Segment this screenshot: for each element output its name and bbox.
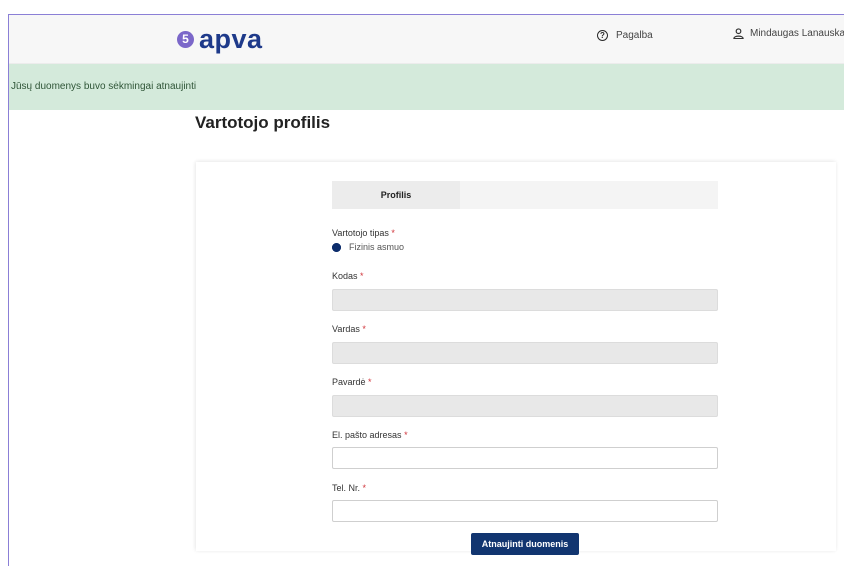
last-name-label-text: Pavardė: [332, 377, 366, 387]
tab-bar: Profilis: [332, 181, 718, 209]
user-outline-icon: [733, 28, 744, 39]
tab-profile[interactable]: Profilis: [332, 181, 460, 209]
help-link[interactable]: ? Pagalba: [597, 30, 653, 41]
phone-field[interactable]: [332, 500, 718, 522]
required-marker: *: [362, 324, 366, 334]
phone-label-text: Tel. Nr.: [332, 483, 361, 493]
success-alert: Jūsų duomenys buvo sėkmingai atnaujinti: [9, 64, 844, 110]
last-name-label: Pavardė *: [332, 377, 372, 387]
code-label-text: Kodas: [332, 271, 358, 281]
page-title: Vartotojo profilis: [195, 113, 331, 132]
first-name-field[interactable]: [332, 342, 718, 364]
email-label: El. pašto adresas *: [332, 430, 408, 440]
update-data-button[interactable]: Atnaujinti duomenis: [471, 533, 579, 555]
user-type-label: Vartotojo tipas *: [332, 228, 395, 238]
logo-text: apva: [199, 23, 263, 54]
radio-natural-person[interactable]: Fizinis asmuo: [332, 242, 404, 252]
user-name: Mindaugas Lanauskas: [750, 28, 844, 39]
question-circle-icon: ?: [597, 30, 608, 41]
phone-label: Tel. Nr. *: [332, 483, 366, 493]
alert-message: Jūsų duomenys buvo sėkmingai atnaujinti: [11, 81, 197, 92]
last-name-field[interactable]: [332, 395, 718, 417]
first-name-label: Vardas *: [332, 324, 366, 334]
top-navigation-bar: 5 apva ? Pagalba Mindaugas Lanauskas ▾: [9, 15, 844, 64]
apva-logo[interactable]: 5 apva: [177, 25, 263, 53]
code-field[interactable]: [332, 289, 718, 311]
logo-badge: 5: [177, 30, 194, 48]
required-marker: *: [368, 377, 372, 387]
email-field[interactable]: [332, 447, 718, 469]
required-marker: *: [360, 271, 364, 281]
radio-selected-icon[interactable]: [332, 242, 341, 252]
required-marker: *: [362, 483, 367, 493]
user-type-label-text: Vartotojo tipas: [332, 228, 389, 238]
required-marker: *: [404, 430, 408, 440]
first-name-label-text: Vardas: [332, 324, 360, 334]
code-label: Kodas *: [332, 271, 364, 281]
user-menu[interactable]: Mindaugas Lanauskas ▾: [733, 28, 844, 39]
required-marker: *: [391, 228, 395, 238]
email-label-text: El. pašto adresas: [332, 430, 402, 440]
help-label: Pagalba: [616, 30, 653, 41]
radio-label: Fizinis asmuo: [349, 242, 405, 252]
